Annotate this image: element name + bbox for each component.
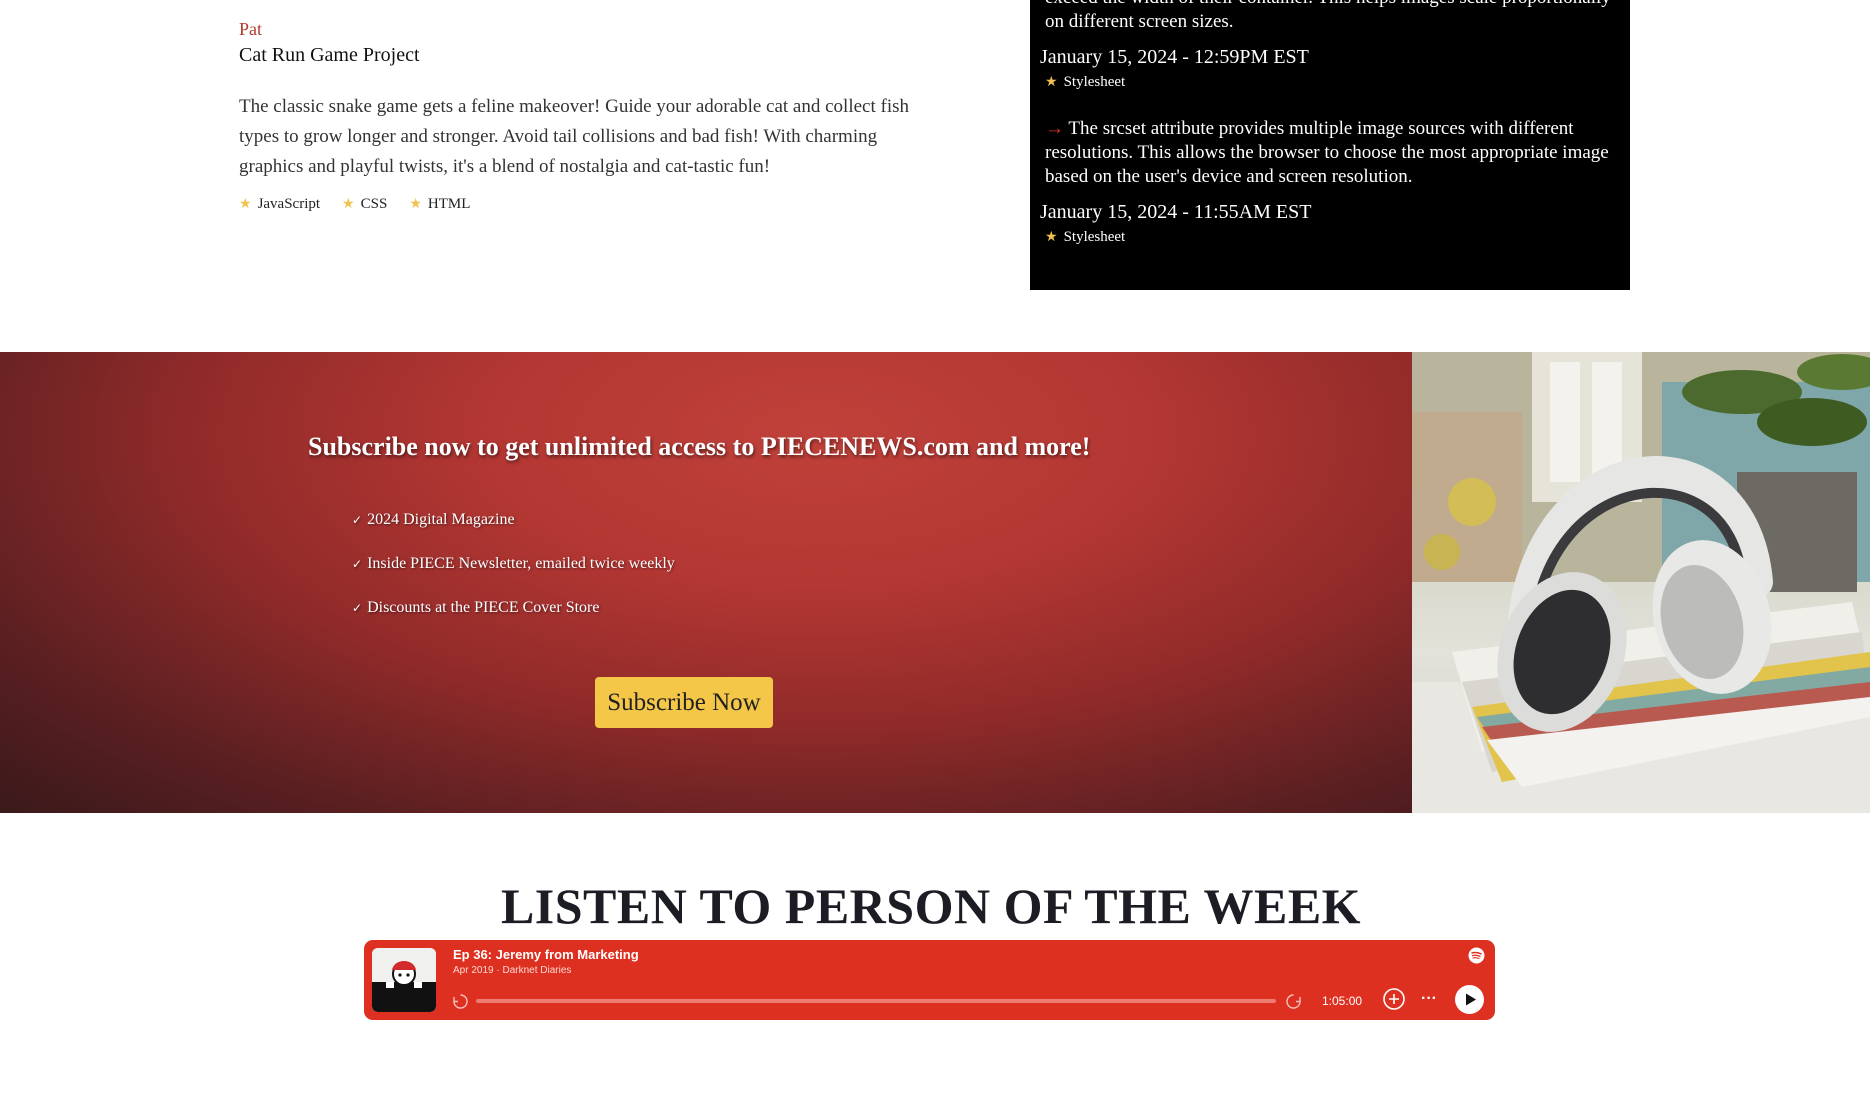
changelog-panel: exceed the width of their container. Thi…: [1030, 0, 1630, 290]
more-options-icon[interactable]: ···: [1417, 989, 1441, 1013]
spotify-embed-player: Ep 36: Jeremy from Marketing Apr 2019 · …: [364, 940, 1495, 1020]
tag-label: JavaScript: [257, 196, 321, 212]
project-description: The classic snake game gets a feline mak…: [239, 96, 909, 177]
benefit-item: ✓ 2024 Digital Magazine: [352, 510, 675, 530]
changelog-date: January 15, 2024 - 11:55AM EST: [1040, 201, 1312, 223]
tag-javascript: ★ JavaScript: [239, 196, 320, 213]
tag-label: HTML: [427, 196, 471, 212]
subscribe-title: Subscribe now to get unlimited access to…: [308, 432, 1091, 461]
star-icon: ★: [1045, 75, 1058, 90]
episode-meta[interactable]: Apr 2019 · Darknet Diaries: [453, 965, 571, 976]
check-icon: ✓: [352, 601, 363, 615]
project-card: Pat Cat Run Game Project The classic sna…: [239, 18, 939, 213]
episode-title[interactable]: Ep 36: Jeremy from Marketing: [453, 947, 639, 962]
changelog-entry: exceed the width of their container. Thi…: [1040, 0, 1618, 91]
check-icon: ✓: [352, 557, 363, 571]
changelog-text: The srcset attribute provides multiple i…: [1045, 118, 1609, 187]
subscribe-now-button[interactable]: Subscribe Now: [595, 677, 773, 728]
banner-background: [0, 352, 1412, 813]
cover-illustration: [372, 948, 436, 1012]
benefits-list: ✓ 2024 Digital Magazine ✓ Inside PIECE N…: [352, 510, 675, 642]
star-icon: ★: [409, 197, 422, 212]
project-title[interactable]: Cat Run Game Project: [239, 42, 939, 68]
changelog-date: January 15, 2024 - 12:59PM EST: [1040, 46, 1309, 68]
benefit-item: ✓ Discounts at the PIECE Cover Store: [352, 598, 675, 618]
project-tags: ★ JavaScript ★ CSS ★ HTML: [239, 196, 939, 213]
benefit-label: Inside PIECE Newsletter, emailed twice w…: [367, 555, 675, 572]
spotify-logo-icon[interactable]: [1468, 947, 1485, 964]
rewind-15-icon[interactable]: [452, 993, 469, 1010]
star-icon: ★: [342, 197, 355, 212]
tag-css: ★ CSS: [342, 196, 387, 213]
changelog-text: exceed the width of their container. Thi…: [1045, 0, 1611, 32]
benefit-item: ✓ Inside PIECE Newsletter, emailed twice…: [352, 554, 675, 574]
playback-progress-bar[interactable]: [476, 999, 1276, 1003]
play-icon: [1466, 993, 1476, 1006]
changelog-tag-label: Stylesheet: [1063, 229, 1126, 245]
arrow-right-icon: →: [1045, 118, 1064, 139]
changelog-entry: → The srcset attribute provides multiple…: [1040, 117, 1618, 246]
play-button[interactable]: [1455, 985, 1484, 1014]
star-icon: ★: [239, 197, 252, 212]
check-icon: ✓: [352, 513, 363, 527]
star-icon: ★: [1045, 230, 1058, 245]
changelog-tag: ★ Stylesheet: [1040, 229, 1618, 246]
tag-label: CSS: [360, 196, 388, 212]
add-to-library-icon[interactable]: [1382, 987, 1406, 1011]
tag-html: ★ HTML: [409, 196, 470, 213]
episode-cover-art[interactable]: [372, 948, 436, 1012]
forward-15-icon[interactable]: [1285, 993, 1302, 1010]
headphones-magazines-photo: [1412, 352, 1870, 813]
listen-section-title: LISTEN TO PERSON OF THE WEEK: [500, 878, 1362, 934]
changelog-tag: ★ Stylesheet: [1040, 74, 1618, 91]
episode-duration: 1:05:00: [1322, 994, 1363, 1008]
changelog-tag-label: Stylesheet: [1063, 74, 1126, 90]
project-author[interactable]: Pat: [239, 18, 939, 40]
benefit-label: 2024 Digital Magazine: [367, 511, 515, 528]
changelog-text-wrapper: → The srcset attribute provides multiple…: [1040, 117, 1618, 189]
photo-illustration: [1412, 352, 1870, 813]
subscribe-banner: Subscribe now to get unlimited access to…: [0, 352, 1870, 813]
benefit-label: Discounts at the PIECE Cover Store: [367, 599, 600, 616]
